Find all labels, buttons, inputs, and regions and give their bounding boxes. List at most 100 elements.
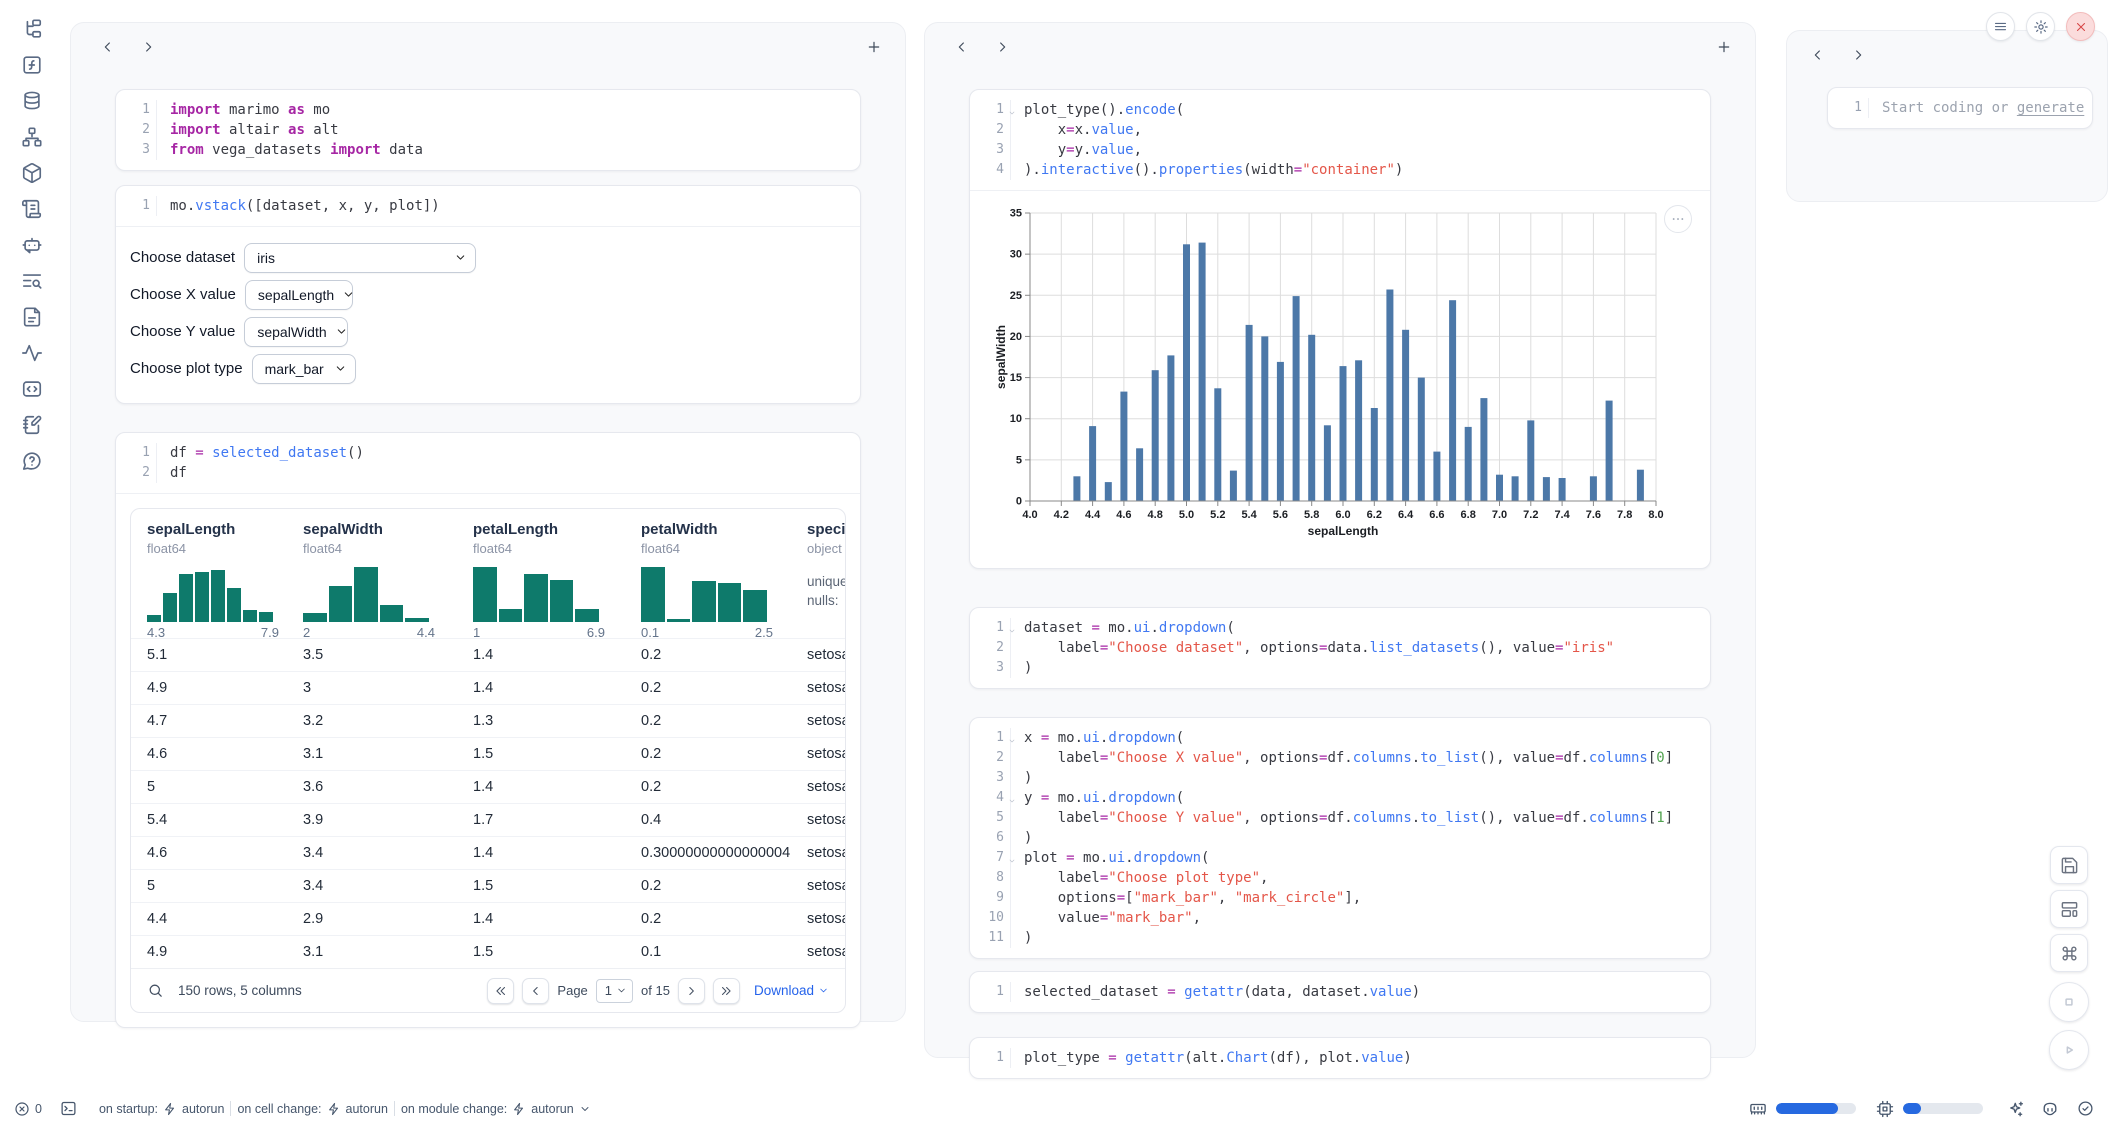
table-row[interactable]: 4.73.21.30.2setosa bbox=[131, 704, 845, 737]
column-histogram[interactable] bbox=[303, 564, 429, 622]
code-cell-vstack[interactable]: 1mo.vstack([dataset, x, y, plot]) Choose… bbox=[115, 185, 861, 404]
code-cell-imports[interactable]: 1import marimo as mo2import altair as al… bbox=[115, 89, 861, 171]
bar-chart[interactable]: 4.04.24.44.64.85.05.25.45.65.86.06.26.46… bbox=[970, 191, 1710, 568]
ai-placeholder[interactable]: Start coding or generate with bbox=[1868, 98, 2092, 118]
column-histogram[interactable] bbox=[473, 564, 599, 622]
generate-link[interactable]: generate bbox=[2017, 100, 2084, 116]
dropdown-label: Choose dataset bbox=[130, 249, 235, 266]
search-icon[interactable] bbox=[147, 982, 164, 999]
column-histogram[interactable] bbox=[147, 564, 273, 622]
table-row[interactable]: 5.43.91.70.4setosa bbox=[131, 803, 845, 836]
chat-bot-icon[interactable] bbox=[21, 234, 43, 256]
code-line: 1import marimo as mo bbox=[116, 100, 860, 120]
middle-panel-header bbox=[925, 23, 1755, 65]
table-row[interactable]: 53.61.40.2setosa bbox=[131, 770, 845, 803]
choose-x-value-dropdown[interactable]: sepalLength bbox=[245, 280, 353, 310]
menu-icon[interactable] bbox=[1986, 12, 2015, 41]
help-chat-icon[interactable] bbox=[21, 450, 43, 472]
code-cell-dataset-dropdown[interactable]: 1dataset = mo.ui.dropdown(2 label="Choos… bbox=[969, 607, 1711, 689]
save-button[interactable] bbox=[2050, 846, 2088, 884]
collapse-left-icon[interactable] bbox=[1803, 41, 1833, 69]
stop-button[interactable] bbox=[2049, 982, 2089, 1022]
collapse-left-icon[interactable] bbox=[947, 33, 977, 61]
autorun-setting[interactable]: on module change:autorun bbox=[401, 1102, 591, 1116]
command-palette-button[interactable] bbox=[2050, 934, 2088, 972]
svg-text:sepalLength: sepalLength bbox=[1308, 524, 1379, 538]
code-line: 4y = mo.ui.dropdown( bbox=[970, 788, 1710, 808]
collapse-left-icon[interactable] bbox=[93, 33, 123, 61]
code-cell-plot[interactable]: 1plot_type().encode(2 x=x.value,3 y=y.va… bbox=[969, 89, 1711, 569]
text-search-icon[interactable] bbox=[21, 270, 43, 292]
add-cell-icon[interactable] bbox=[1709, 33, 1739, 61]
settings-gear-icon[interactable] bbox=[2026, 12, 2055, 41]
zap-icon bbox=[512, 1102, 526, 1116]
table-row[interactable]: 4.63.41.40.30000000000000004setosa bbox=[131, 836, 845, 869]
code-line: 11) bbox=[970, 928, 1710, 948]
document-icon[interactable] bbox=[21, 306, 43, 328]
svg-text:15: 15 bbox=[1010, 372, 1022, 384]
page-select[interactable]: 1 bbox=[596, 979, 633, 1003]
download-button[interactable]: Download bbox=[754, 983, 829, 998]
add-cell-icon[interactable] bbox=[859, 33, 889, 61]
column-header[interactable]: petalWidthfloat640.12.5 bbox=[641, 521, 807, 638]
choose-plot-type-dropdown[interactable]: mark_bar bbox=[252, 354, 356, 384]
svg-text:6.2: 6.2 bbox=[1367, 509, 1382, 521]
svg-text:5.0: 5.0 bbox=[1179, 509, 1194, 521]
code-cell-xy-dropdowns[interactable]: 1x = mo.ui.dropdown(2 label="Choose X va… bbox=[969, 717, 1711, 959]
run-all-button[interactable] bbox=[2049, 1030, 2089, 1070]
column-header[interactable]: sepalLengthfloat644.37.9 bbox=[147, 521, 303, 638]
column-header[interactable]: sepalWidthfloat6424.4 bbox=[303, 521, 473, 638]
ai-code-cell[interactable]: 1 Start coding or generate with bbox=[1827, 87, 2093, 129]
database-icon[interactable] bbox=[21, 90, 43, 112]
layout-button[interactable] bbox=[2050, 890, 2088, 928]
code-line: 2 label="Choose X value", options=df.col… bbox=[970, 748, 1710, 768]
activity-icon[interactable] bbox=[21, 342, 43, 364]
copilot-icon[interactable] bbox=[2041, 1100, 2059, 1118]
svg-text:4.2: 4.2 bbox=[1054, 509, 1069, 521]
first-page-button[interactable] bbox=[487, 978, 514, 1004]
expand-right-icon[interactable] bbox=[133, 33, 163, 61]
choose-y-value-dropdown[interactable]: sepalWidth bbox=[244, 317, 348, 347]
connection-status-icon[interactable] bbox=[2077, 1100, 2094, 1117]
table-row[interactable]: 53.41.50.2setosa bbox=[131, 869, 845, 902]
column-histogram[interactable] bbox=[641, 564, 767, 622]
terminal-icon[interactable] bbox=[60, 1100, 77, 1117]
table-row[interactable]: 4.93.11.50.1setosa bbox=[131, 935, 845, 968]
column-header[interactable]: petalLengthfloat6416.9 bbox=[473, 521, 641, 638]
dataframe-table: sepalLengthfloat644.37.9sepalWidthfloat6… bbox=[130, 508, 846, 1013]
table-row[interactable]: 4.931.40.2setosa bbox=[131, 671, 845, 704]
page-of-label: of 15 bbox=[641, 983, 670, 998]
package-icon[interactable] bbox=[21, 162, 43, 184]
table-row[interactable]: 4.63.11.50.2setosa bbox=[131, 737, 845, 770]
last-page-button[interactable] bbox=[713, 978, 740, 1004]
code-line: 9 options=["mark_bar", "mark_circle"], bbox=[970, 888, 1710, 908]
code-cell-dataframe[interactable]: 1df = selected_dataset()2df sepalLengthf… bbox=[115, 432, 861, 1028]
next-page-button[interactable] bbox=[678, 978, 705, 1004]
notebook-pen-icon[interactable] bbox=[21, 414, 43, 436]
error-count-indicator[interactable]: 0 bbox=[14, 1101, 42, 1117]
network-icon[interactable] bbox=[21, 126, 43, 148]
square-function-icon[interactable] bbox=[21, 54, 43, 76]
svg-text:7.4: 7.4 bbox=[1554, 509, 1570, 521]
autorun-setting[interactable]: on cell change:autorun bbox=[237, 1102, 388, 1116]
code-line: 1dataset = mo.ui.dropdown( bbox=[970, 618, 1710, 638]
column-header[interactable]: speciesobjectunique:nulls: bbox=[807, 521, 846, 638]
code-cell-selected-dataset[interactable]: 1selected_dataset = getattr(data, datase… bbox=[969, 971, 1711, 1013]
choose-dataset-dropdown[interactable]: iris bbox=[244, 243, 476, 273]
column-summary: unique:nulls: bbox=[807, 572, 846, 610]
expand-right-icon[interactable] bbox=[987, 33, 1017, 61]
scroll-text-icon[interactable] bbox=[21, 198, 43, 220]
table-row[interactable]: 4.42.91.40.2setosa bbox=[131, 902, 845, 935]
chart-options-icon[interactable] bbox=[1664, 205, 1692, 233]
code-line: 10 value="mark_bar", bbox=[970, 908, 1710, 928]
code-cell-plot-type[interactable]: 1plot_type = getattr(alt.Chart(df), plot… bbox=[969, 1037, 1711, 1079]
file-tree-icon[interactable] bbox=[21, 18, 43, 40]
table-row[interactable]: 5.13.51.40.2setosa bbox=[131, 638, 845, 671]
close-panel-icon[interactable] bbox=[2066, 12, 2095, 41]
code-line: 5 label="Choose Y value", options=df.col… bbox=[970, 808, 1710, 828]
prev-page-button[interactable] bbox=[522, 978, 549, 1004]
code-snippet-icon[interactable] bbox=[21, 378, 43, 400]
ai-sparkles-icon[interactable] bbox=[2007, 1100, 2025, 1118]
autorun-setting[interactable]: on startup:autorun bbox=[99, 1102, 224, 1116]
expand-right-icon[interactable] bbox=[1843, 41, 1873, 69]
